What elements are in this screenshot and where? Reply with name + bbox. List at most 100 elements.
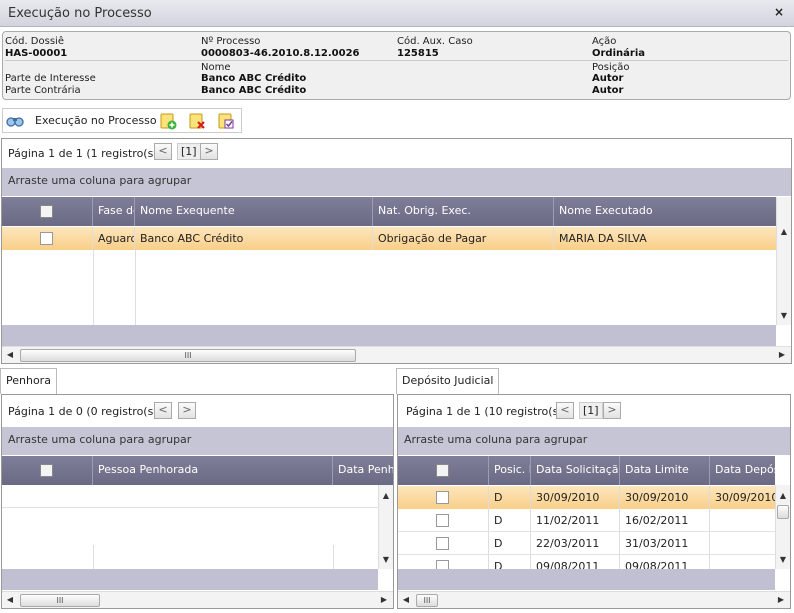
- cell-exequente: Banco ABC Crédito: [135, 227, 373, 250]
- add-icon[interactable]: [159, 112, 177, 130]
- table-row[interactable]: D 09/08/2011 09/08/2011: [398, 555, 775, 569]
- cell-data-deposito: [710, 532, 775, 554]
- next-page-button[interactable]: >: [603, 402, 621, 419]
- row-checkbox[interactable]: [436, 514, 449, 527]
- prev-page-button[interactable]: <: [154, 402, 172, 419]
- scroll-up-icon[interactable]: ▲: [777, 225, 791, 239]
- row-checkbox[interactable]: [436, 560, 449, 569]
- cell-data-deposito: [710, 509, 775, 531]
- col-posic-deposito[interactable]: Posic. Depósito: [489, 456, 531, 485]
- row-checkbox[interactable]: [40, 232, 53, 245]
- row-select-cell: [398, 532, 489, 554]
- row-checkbox[interactable]: [436, 491, 449, 504]
- scroll-left-icon[interactable]: ◀: [400, 593, 412, 607]
- scroll-left-icon[interactable]: ◀: [4, 348, 16, 362]
- col-fase[interactable]: Fase de Execução: [93, 197, 135, 226]
- cell-natureza: Obrigação de Pagar: [373, 227, 554, 250]
- group-by-area[interactable]: Arraste uma coluna para agrupar: [398, 427, 790, 455]
- group-by-area[interactable]: Arraste uma coluna para agrupar: [2, 427, 393, 455]
- horizontal-scrollbar[interactable]: ◀ III ▶: [2, 346, 791, 363]
- col-data-penhora[interactable]: Data Penhora: [333, 456, 393, 485]
- table-row[interactable]: Aguardando Banco ABC Crédito Obrigação d…: [2, 227, 776, 250]
- select-all-header: [398, 456, 489, 485]
- info-divider: [5, 60, 788, 61]
- binoculars-icon[interactable]: [6, 112, 24, 130]
- col-nome-exequente[interactable]: Nome Exequente: [135, 197, 373, 226]
- col-pessoa-penhorada[interactable]: Pessoa Penhorada: [93, 456, 333, 485]
- cod-dossie-label: Cód. Dossiê: [5, 36, 64, 47]
- col-natureza[interactable]: Nat. Obrig. Exec.: [373, 197, 554, 226]
- tab-penhora[interactable]: Penhora: [0, 368, 57, 394]
- scroll-down-icon[interactable]: ▼: [777, 309, 791, 323]
- cell-data-solicitacao: 11/02/2011: [531, 509, 620, 531]
- close-icon[interactable]: ×: [774, 5, 784, 19]
- cell-executado: MARIA DA SILVA: [559, 232, 647, 245]
- parte-interesse-nome: Banco ABC Crédito: [201, 73, 307, 84]
- scroll-right-icon[interactable]: ▶: [776, 348, 788, 362]
- column-line: [333, 545, 334, 569]
- next-page-button[interactable]: >: [178, 402, 196, 419]
- scroll-thumb[interactable]: III: [416, 594, 438, 607]
- select-all-checkbox[interactable]: [40, 464, 53, 477]
- horizontal-scrollbar[interactable]: ◀ III ▶: [398, 591, 790, 608]
- scroll-down-icon[interactable]: ▼: [776, 553, 790, 567]
- row-select-cell: [2, 227, 93, 250]
- scroll-left-icon[interactable]: ◀: [4, 593, 16, 607]
- scroll-right-icon[interactable]: ▶: [378, 593, 390, 607]
- scroll-up-icon[interactable]: ▲: [776, 489, 790, 503]
- scroll-thumb[interactable]: III: [20, 349, 356, 362]
- cell-data-limite: 31/03/2011: [620, 532, 710, 554]
- group-by-area[interactable]: Arraste uma coluna para agrupar: [2, 168, 791, 196]
- pager-text: Página 1 de 1 (1 registro(s)): [8, 147, 162, 160]
- next-page-button[interactable]: >: [200, 143, 218, 160]
- edit-icon[interactable]: [217, 112, 235, 130]
- select-all-checkbox[interactable]: [40, 205, 53, 218]
- page-number-button[interactable]: [1]: [579, 402, 603, 419]
- select-all-header: [2, 197, 93, 226]
- row-checkbox[interactable]: [436, 537, 449, 550]
- pager-text: Página 1 de 1 (10 registro(s)): [406, 405, 567, 418]
- num-processo-label: Nº Processo: [201, 36, 261, 47]
- cell-posic: D: [489, 509, 531, 531]
- cell-posic: D: [489, 555, 531, 569]
- parte-contraria-nome: Banco ABC Crédito: [201, 85, 307, 96]
- cod-aux-label: Cód. Aux. Caso: [397, 36, 473, 47]
- num-processo-value: 0000803-46.2010.8.12.0026: [201, 48, 360, 59]
- cell-posic: D: [489, 486, 531, 509]
- table-row[interactable]: D 30/09/2010 30/09/2010 30/09/2010: [398, 486, 775, 509]
- vertical-scrollbar[interactable]: ▲ ▼: [775, 485, 790, 569]
- window-titlebar: Execução no Processo ×: [0, 0, 794, 27]
- col-data-solicitacao[interactable]: Data Solicitação: [531, 456, 620, 485]
- cell-data-limite: 16/02/2011: [620, 509, 710, 531]
- col-data-limite[interactable]: Data Limite: [620, 456, 710, 485]
- scroll-up-icon[interactable]: ▲: [379, 489, 393, 503]
- parte-interesse-label: Parte de Interesse: [5, 73, 96, 84]
- row-select-cell: [398, 509, 489, 531]
- process-info-panel: Cód. Dossiê HAS-00001 Nº Processo 000080…: [2, 31, 791, 100]
- prev-page-button[interactable]: <: [556, 402, 574, 419]
- cod-aux-value: 125815: [397, 48, 439, 59]
- vertical-scrollbar[interactable]: ▲ ▼: [776, 197, 791, 325]
- column-line: [93, 545, 94, 569]
- prev-page-button[interactable]: <: [154, 143, 172, 160]
- horizontal-scrollbar[interactable]: ◀ III ▶: [2, 591, 393, 608]
- scroll-thumb-vertical[interactable]: [777, 505, 789, 519]
- col-nome-executado[interactable]: Nome Executado: [554, 197, 776, 226]
- grid-header: Posic. Depósito Data Solicitação Data Li…: [398, 456, 775, 485]
- scroll-right-icon[interactable]: ▶: [775, 593, 787, 607]
- vertical-scrollbar[interactable]: ▲ ▼: [378, 485, 393, 569]
- page-number-button[interactable]: [1]: [177, 143, 201, 160]
- delete-icon[interactable]: [188, 112, 206, 130]
- scroll-down-icon[interactable]: ▼: [379, 553, 393, 567]
- select-all-checkbox[interactable]: [436, 464, 449, 477]
- scroll-thumb[interactable]: III: [20, 594, 100, 607]
- table-row[interactable]: D 11/02/2011 16/02/2011: [398, 509, 775, 532]
- tab-deposito-judicial[interactable]: Depósito Judicial: [396, 368, 500, 394]
- nome-label: Nome: [201, 62, 231, 73]
- grid-footer: [2, 569, 378, 590]
- cell-data-solicitacao: 30/09/2010: [531, 486, 620, 509]
- col-data-deposito[interactable]: Data Depósito: [710, 456, 775, 485]
- parte-interesse-posicao: Autor: [592, 73, 624, 84]
- cell-fase: Aguardando: [93, 227, 135, 250]
- table-row[interactable]: D 22/03/2011 31/03/2011: [398, 532, 775, 555]
